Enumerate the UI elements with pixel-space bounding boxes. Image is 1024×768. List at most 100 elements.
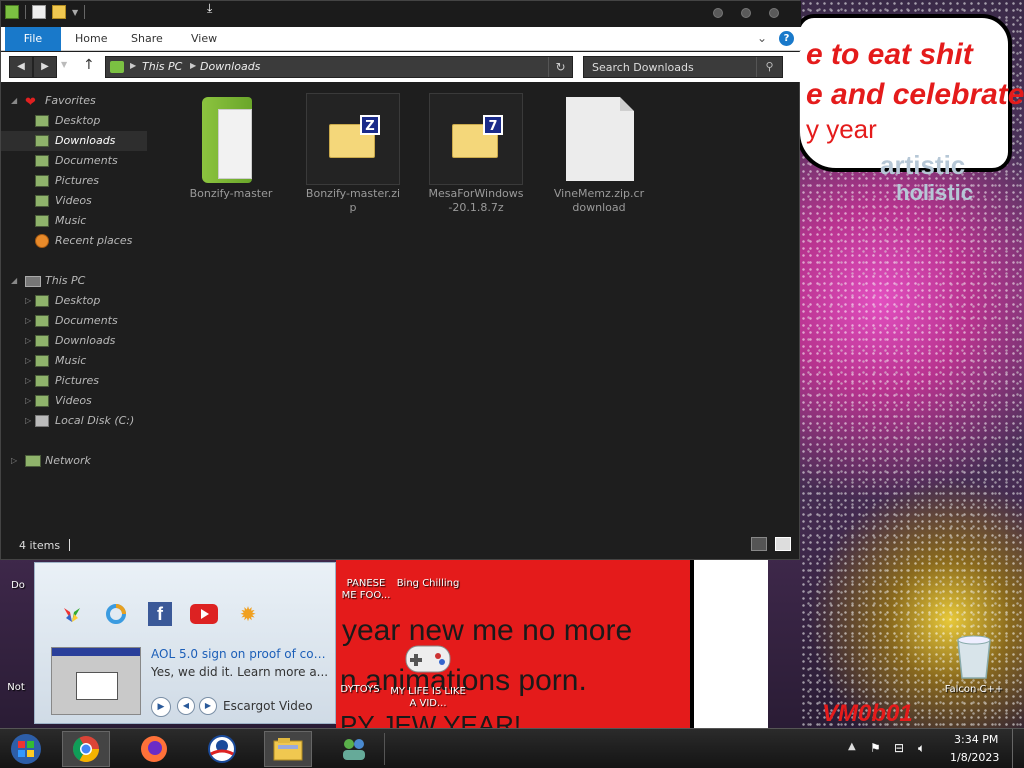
music-folder-icon (35, 215, 49, 227)
show-desktop-button[interactable] (1012, 729, 1024, 768)
expand-chevron-icon[interactable]: ▷ (25, 371, 31, 391)
nav-fav-desktop[interactable]: Desktop (1, 111, 147, 131)
video-thumbnail[interactable] (51, 647, 141, 715)
firefox-icon (141, 736, 167, 762)
folder-icon (273, 738, 303, 761)
expand-chevron-icon[interactable]: ▷ (25, 391, 31, 411)
file-item[interactable]: 7 MesaForWindows-20.1.8.7z (428, 93, 524, 215)
nav-fav-videos[interactable]: Videos (1, 191, 147, 211)
recent-locations-chevron-icon[interactable]: ▼ (61, 60, 67, 69)
help-icon[interactable]: ? (779, 31, 794, 46)
nav-pc-music[interactable]: ▷ Music (1, 351, 147, 371)
start-button[interactable] (2, 731, 50, 767)
taskbar-obama-app[interactable] (198, 731, 246, 767)
nav-fav-pictures[interactable]: Pictures (1, 171, 147, 191)
expand-chevron-icon[interactable]: ▷ (25, 351, 31, 371)
desktop-icon-recycle-bin[interactable]: Falcon C++ (934, 632, 1014, 696)
show-hidden-icons-chevron-icon[interactable]: ▲ (848, 741, 856, 752)
videos-folder-icon (35, 395, 49, 407)
previous-button[interactable]: ◀ (177, 697, 195, 715)
media-widget[interactable]: f ✹ AOL 5.0 sign on proof of con... Yes,… (34, 562, 336, 724)
nav-pc-desktop[interactable]: ▷ Desktop (1, 291, 147, 311)
network-tray-icon[interactable]: ⊟ (894, 741, 904, 755)
taskbar-users-app[interactable] (330, 731, 378, 767)
sun-weather-icon[interactable]: ✹ (233, 601, 263, 627)
collapse-chevron-icon[interactable]: ◢ (11, 91, 17, 111)
refresh-icon[interactable]: ↻ (548, 57, 572, 77)
nav-label: This PC (45, 274, 86, 287)
msn-butterfly-icon[interactable] (57, 601, 87, 627)
file-item[interactable]: Bonzify-master (183, 93, 279, 201)
back-button[interactable]: ◀ (9, 56, 33, 78)
close-button[interactable] (769, 8, 779, 18)
breadcrumb-separator-icon[interactable]: ▶ (190, 61, 196, 70)
nav-label: Downloads (55, 134, 116, 147)
youtube-icon[interactable] (189, 601, 219, 627)
breadcrumb-downloads[interactable]: Downloads (200, 60, 260, 73)
expand-chevron-icon[interactable]: ▷ (25, 411, 31, 431)
tab-home[interactable]: Home (75, 27, 107, 51)
file-explorer-window[interactable]: ▼ ⤓ File Home Share View ⌄ ? ◀ ▶ ▼ ↑ ▶ T… (0, 0, 801, 560)
toolbar-divider (84, 5, 86, 19)
breadcrumb-this-pc[interactable]: This PC (142, 60, 182, 73)
taskbar-firefox[interactable] (130, 731, 178, 767)
forward-button[interactable]: ▶ (33, 56, 57, 78)
nav-fav-downloads[interactable]: Downloads (1, 131, 147, 151)
expand-chevron-icon[interactable]: ▷ (25, 331, 31, 351)
next-button[interactable]: ▶ (199, 697, 217, 715)
taskbar-chrome[interactable] (62, 731, 110, 767)
tab-file[interactable]: File (5, 27, 61, 51)
action-center-flag-icon[interactable]: ⚑ (870, 741, 881, 755)
expand-chevron-icon[interactable]: ▷ (11, 451, 17, 471)
file-item[interactable]: VineMemz.zip.crdownload (551, 93, 647, 215)
nav-fav-music[interactable]: Music (1, 211, 147, 231)
nav-label: Pictures (55, 174, 100, 187)
tab-view[interactable]: View (191, 27, 217, 51)
art-text-artistic: artistic (880, 150, 966, 180)
customize-toolbar-chevron-icon[interactable]: ▼ (72, 8, 78, 17)
nav-this-pc[interactable]: ◢ This PC (1, 271, 147, 291)
properties-icon[interactable] (32, 5, 46, 19)
window-titlebar[interactable]: ▼ ⤓ (1, 1, 801, 27)
large-icons-view-button[interactable] (775, 537, 791, 551)
nav-pc-pictures[interactable]: ▷ Pictures (1, 371, 147, 391)
nav-favorites[interactable]: ◢ ❤ Favorites (1, 91, 147, 111)
tab-share[interactable]: Share (131, 27, 163, 51)
up-arrow-icon[interactable]: ↑ (83, 57, 95, 73)
music-folder-icon (35, 355, 49, 367)
breadcrumb-separator-icon[interactable]: ▶ (130, 61, 136, 70)
expand-ribbon-chevron-icon[interactable]: ⌄ (757, 31, 767, 45)
collapse-chevron-icon[interactable]: ◢ (11, 271, 17, 291)
desktop-icon-bing-chilling[interactable]: Bing Chilling (388, 578, 468, 590)
expand-chevron-icon[interactable]: ▷ (25, 311, 31, 331)
nav-fav-recent-places[interactable]: Recent places (1, 231, 147, 251)
documents-folder-icon (35, 155, 49, 167)
video-title-link[interactable]: AOL 5.0 sign on proof of con... (151, 647, 331, 661)
minimize-button[interactable] (713, 8, 723, 18)
clock-time[interactable]: 3:34 PM (954, 733, 998, 746)
new-folder-icon[interactable] (52, 5, 66, 19)
nav-fav-documents[interactable]: Documents (1, 151, 147, 171)
file-name: MesaForWindows-20.1.8.7z (428, 187, 524, 214)
details-view-button[interactable] (751, 537, 767, 551)
volume-icon[interactable]: 🔈︎ (918, 741, 925, 756)
nav-network[interactable]: ▷ Network (1, 451, 147, 471)
computer-icon (25, 276, 41, 287)
clock-date[interactable]: 1/8/2023 (950, 751, 999, 764)
expand-chevron-icon[interactable]: ▷ (25, 291, 31, 311)
search-icon[interactable]: ⚲ (756, 57, 782, 77)
nav-pc-videos[interactable]: ▷ Videos (1, 391, 147, 411)
downloads-folder-icon (35, 135, 49, 147)
nav-pc-downloads[interactable]: ▷ Downloads (1, 331, 147, 351)
file-item[interactable]: Z Bonzify-master.zip (305, 93, 401, 215)
address-bar[interactable]: ▶ This PC ▶ Downloads ↻ (105, 56, 573, 78)
refresh-c-icon[interactable] (101, 601, 131, 627)
desktop-icon-mylife[interactable]: MY LIFE IS LIKE A VID... (388, 632, 468, 710)
maximize-button[interactable] (741, 8, 751, 18)
search-box[interactable]: Search Downloads ⚲ (583, 56, 783, 78)
facebook-icon[interactable]: f (145, 601, 175, 627)
play-button[interactable]: ▶ (151, 697, 171, 717)
taskbar-file-explorer[interactable] (264, 731, 312, 767)
nav-pc-documents[interactable]: ▷ Documents (1, 311, 147, 331)
nav-pc-local-disk[interactable]: ▷ Local Disk (C:) (1, 411, 147, 431)
